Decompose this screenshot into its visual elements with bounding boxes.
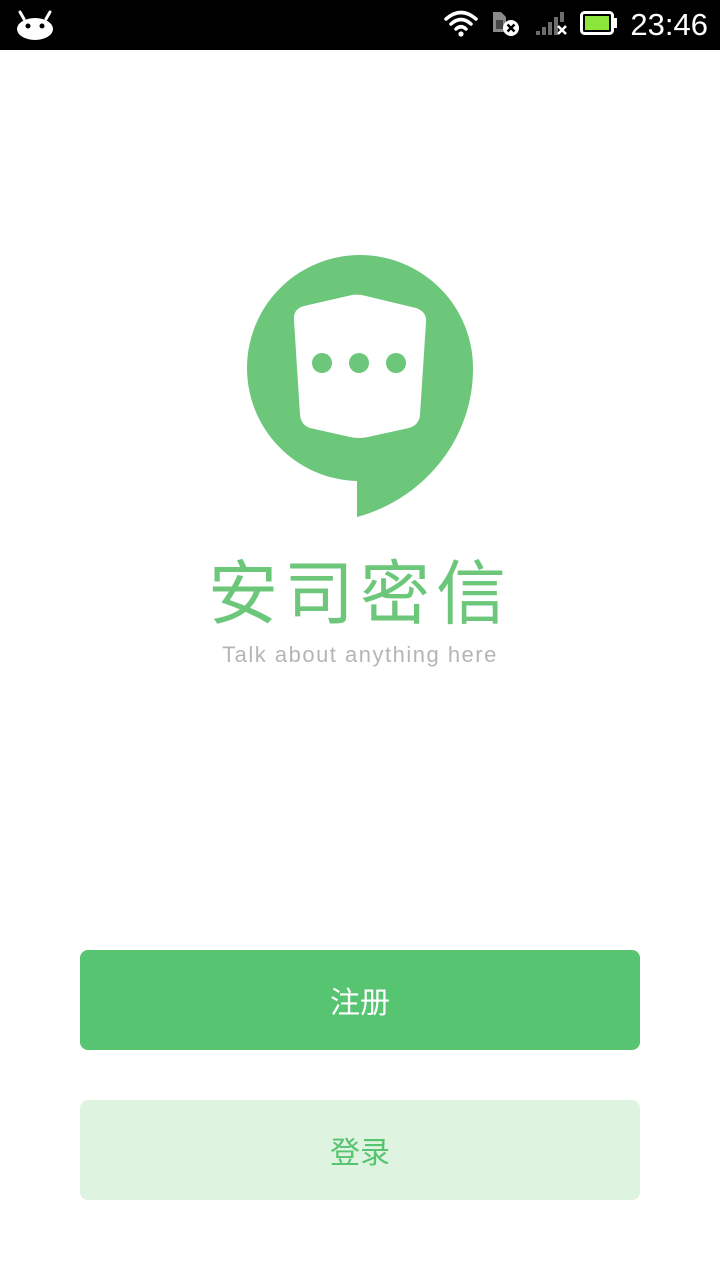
status-clock: 23:46	[630, 7, 708, 42]
sim-disabled-icon	[490, 8, 522, 42]
login-button[interactable]: 登录	[80, 1100, 640, 1200]
android-icon	[16, 10, 56, 40]
register-button[interactable]: 注册	[80, 950, 640, 1050]
status-bar: 23:46	[0, 0, 720, 50]
wifi-icon	[444, 9, 479, 41]
battery-icon	[580, 11, 618, 39]
status-icons: 23:46	[444, 0, 708, 50]
app-tagline: Talk about anything here	[222, 642, 498, 667]
app-logo	[246, 249, 474, 517]
signal-off-icon	[534, 9, 568, 41]
app-name: 安司密信	[208, 553, 512, 635]
welcome-screen: 23:46 安司密信 Talk about anything here 注册 登…	[0, 0, 720, 1280]
